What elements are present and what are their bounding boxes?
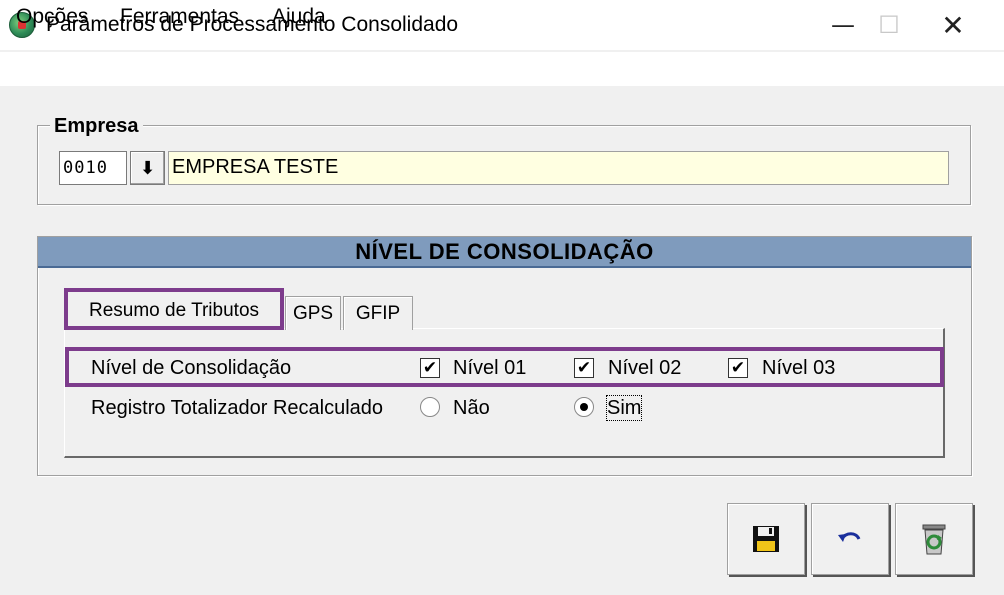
menu-bar — [0, 52, 1004, 86]
nivel-01-label[interactable]: Nível 01 — [453, 356, 526, 380]
undo-arrow-icon — [838, 532, 861, 542]
registro-sim-label[interactable]: Sim — [605, 395, 643, 421]
floppy-disk-icon — [753, 526, 779, 552]
undo-button[interactable] — [811, 503, 889, 575]
delete-button[interactable] — [895, 503, 973, 575]
empresa-code-field[interactable]: 0010 — [59, 151, 127, 185]
registro-totalizador-label: Registro Totalizador Recalculado — [91, 397, 384, 419]
nivel-03-checkbox[interactable]: ✔ — [728, 358, 748, 378]
nivel-02-label[interactable]: Nível 02 — [608, 356, 681, 380]
nivel-01-checkbox[interactable]: ✔ — [420, 358, 440, 378]
registro-nao-radio[interactable] — [420, 397, 440, 417]
menu-opcoes[interactable]: Opções — [16, 4, 88, 30]
consolidacao-header: NÍVEL DE CONSOLIDAÇÃO — [38, 237, 971, 268]
window-title: Parâmetros de Processamento Consolidado — [46, 13, 459, 36]
nivel-consolidacao-label: Nível de Consolidação — [91, 357, 292, 379]
minimize-button[interactable]: — — [820, 0, 866, 50]
empresa-name-field: EMPRESA TESTE — [168, 151, 949, 185]
empresa-legend: Empresa — [50, 113, 143, 139]
nivel-03-label[interactable]: Nível 03 — [762, 356, 835, 380]
registro-sim-radio[interactable] — [574, 397, 594, 417]
nivel-02-checkbox[interactable]: ✔ — [574, 358, 594, 378]
radio-selected-dot — [580, 403, 588, 411]
close-button[interactable]: ✕ — [930, 0, 976, 50]
tab-gfip[interactable]: GFIP — [343, 296, 413, 330]
highlight-box-tab — [64, 288, 284, 330]
save-button[interactable] — [727, 503, 805, 575]
empresa-lookup-button[interactable]: ⬇ — [130, 151, 165, 185]
download-arrow-icon: ⬇ — [139, 157, 156, 179]
recycle-bin-icon — [922, 524, 946, 555]
maximize-button[interactable]: ☐ — [866, 0, 912, 50]
menu-ferramentas[interactable]: Ferramentas — [120, 4, 239, 30]
registro-nao-label[interactable]: Não — [453, 396, 490, 420]
tab-gps[interactable]: GPS — [285, 296, 341, 330]
menu-ajuda[interactable]: Ajuda — [272, 4, 326, 30]
